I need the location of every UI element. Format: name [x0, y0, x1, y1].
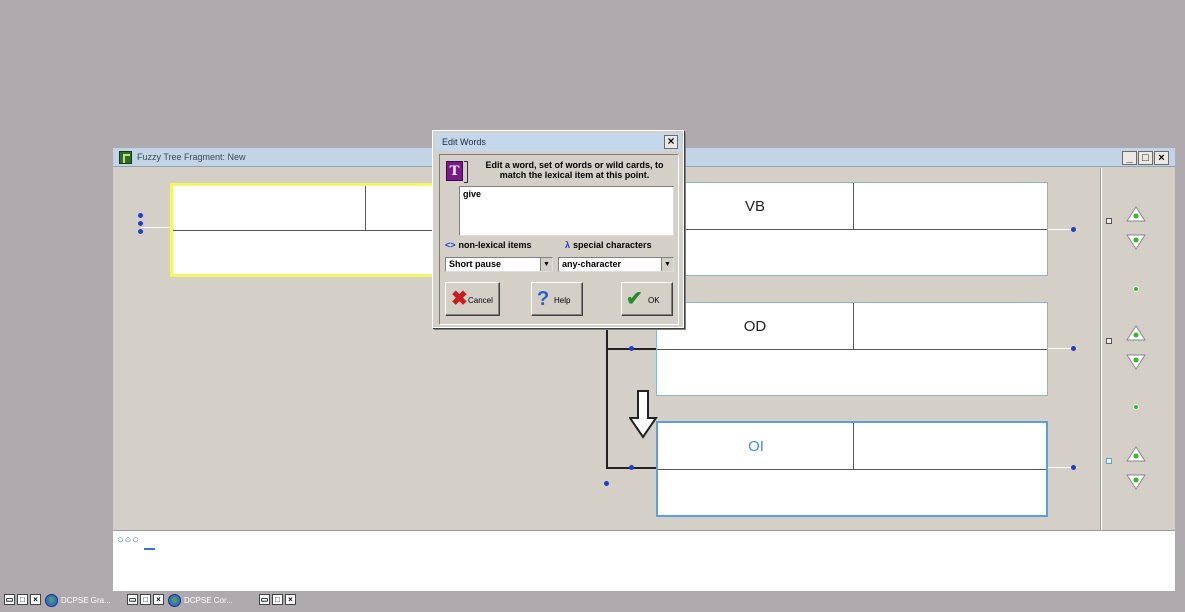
- cancel-x-icon: ✖: [451, 288, 468, 310]
- special-characters-select[interactable]: any-character ▼: [558, 257, 674, 272]
- status-area: ○○○: [113, 530, 1175, 591]
- move-up-icon[interactable]: [1126, 325, 1146, 341]
- right-connector-dot[interactable]: [1071, 227, 1076, 232]
- close-button[interactable]: ×: [1154, 151, 1169, 165]
- minimize-button[interactable]: _: [1122, 151, 1137, 165]
- app-icon: [119, 151, 132, 164]
- next-checkbox[interactable]: [1106, 458, 1112, 464]
- dialog-instruction: Edit a word, set of words or wild cards,…: [485, 160, 664, 180]
- root-connector-dot[interactable]: [138, 221, 143, 226]
- maximize-icon[interactable]: □: [272, 594, 283, 605]
- root-connector-dot[interactable]: [138, 213, 143, 218]
- close-icon[interactable]: ×: [30, 594, 41, 605]
- taskbar-item-dcpse-gra[interactable]: DCPSE Gra...: [61, 594, 111, 608]
- cancel-button[interactable]: ✖ Cancel: [445, 282, 500, 316]
- right-connector-dot[interactable]: [1071, 346, 1076, 351]
- root-link-line: [141, 227, 171, 228]
- child-connector-dot[interactable]: [629, 346, 634, 351]
- right-connector-dot[interactable]: [1071, 465, 1076, 470]
- status-underline: [144, 548, 155, 550]
- taskbar: ▭ □ × DCPSE Gra... ▭ □ × DCPSE Cor... ▭ …: [0, 592, 1185, 612]
- word-input[interactable]: give: [459, 186, 674, 236]
- child-connector-dot[interactable]: [604, 481, 609, 486]
- special-characters-option[interactable]: λ special characters: [565, 240, 652, 250]
- taskbar-item-dcpse-cor[interactable]: DCPSE Cor...: [184, 594, 233, 608]
- node-label-od: OD: [743, 318, 767, 335]
- chevron-down-icon[interactable]: ▼: [540, 258, 552, 271]
- order-control-panel: [1101, 168, 1175, 530]
- dialog-close-button[interactable]: ×: [664, 135, 678, 149]
- next-checkbox[interactable]: [1106, 338, 1112, 344]
- dialog-title-bar[interactable]: Edit Words ×: [435, 133, 681, 151]
- tree-node-vb[interactable]: VB: [656, 182, 1048, 276]
- move-down-icon[interactable]: [1126, 234, 1146, 250]
- sequence-arrow-icon[interactable]: [629, 390, 659, 440]
- non-lexical-icon: <>: [445, 240, 456, 250]
- dialog-title: Edit Words: [442, 137, 486, 147]
- ok-button[interactable]: ✔ OK: [621, 282, 673, 316]
- maximize-icon[interactable]: □: [17, 594, 28, 605]
- status-dots: ○○○: [117, 534, 140, 546]
- node-divider: [853, 303, 854, 350]
- help-question-icon: ?: [537, 288, 550, 310]
- globe-icon: [168, 594, 181, 607]
- restore-icon[interactable]: ▭: [127, 594, 138, 605]
- move-down-icon[interactable]: [1126, 354, 1146, 370]
- checkmark-icon: ✔: [626, 288, 643, 310]
- tree-node-oi[interactable]: OI: [656, 421, 1048, 517]
- close-icon[interactable]: ×: [285, 594, 296, 605]
- globe-icon: [45, 594, 58, 607]
- lambda-icon: λ: [565, 240, 571, 250]
- move-down-icon[interactable]: [1126, 474, 1146, 490]
- restore-icon[interactable]: ▭: [4, 594, 15, 605]
- chevron-down-icon[interactable]: ▼: [661, 258, 673, 271]
- help-button[interactable]: ? Help: [531, 282, 583, 316]
- maximize-button[interactable]: □: [1138, 151, 1153, 165]
- link-status-icon[interactable]: [1133, 404, 1139, 410]
- tree-node-od[interactable]: OD: [656, 302, 1048, 396]
- maximize-icon[interactable]: □: [140, 594, 151, 605]
- tree-node-left[interactable]: [170, 183, 440, 277]
- ftf-window-title: Fuzzy Tree Fragment: New: [137, 152, 246, 162]
- link-status-icon[interactable]: [1133, 286, 1139, 292]
- node-divider: [853, 183, 854, 230]
- child-connector-dot[interactable]: [629, 465, 634, 470]
- node-label-vb: VB: [744, 198, 765, 215]
- node-divider: [365, 186, 366, 231]
- close-icon[interactable]: ×: [153, 594, 164, 605]
- root-connector-dot[interactable]: [138, 229, 143, 234]
- non-lexical-select[interactable]: Short pause ▼: [445, 257, 553, 272]
- non-lexical-items-option[interactable]: <> non-lexical items: [445, 240, 532, 250]
- bracket-icon: [464, 161, 468, 183]
- dialog-body: T Edit a word, set of words or wild card…: [439, 154, 679, 325]
- move-up-icon[interactable]: [1126, 206, 1146, 222]
- next-checkbox[interactable]: [1106, 218, 1112, 224]
- move-up-icon[interactable]: [1126, 446, 1146, 462]
- text-tool-icon: T: [446, 161, 463, 181]
- restore-icon[interactable]: ▭: [259, 594, 270, 605]
- edit-words-dialog: Edit Words × T Edit a word, set of words…: [432, 130, 684, 328]
- node-label-oi: OI: [748, 438, 764, 455]
